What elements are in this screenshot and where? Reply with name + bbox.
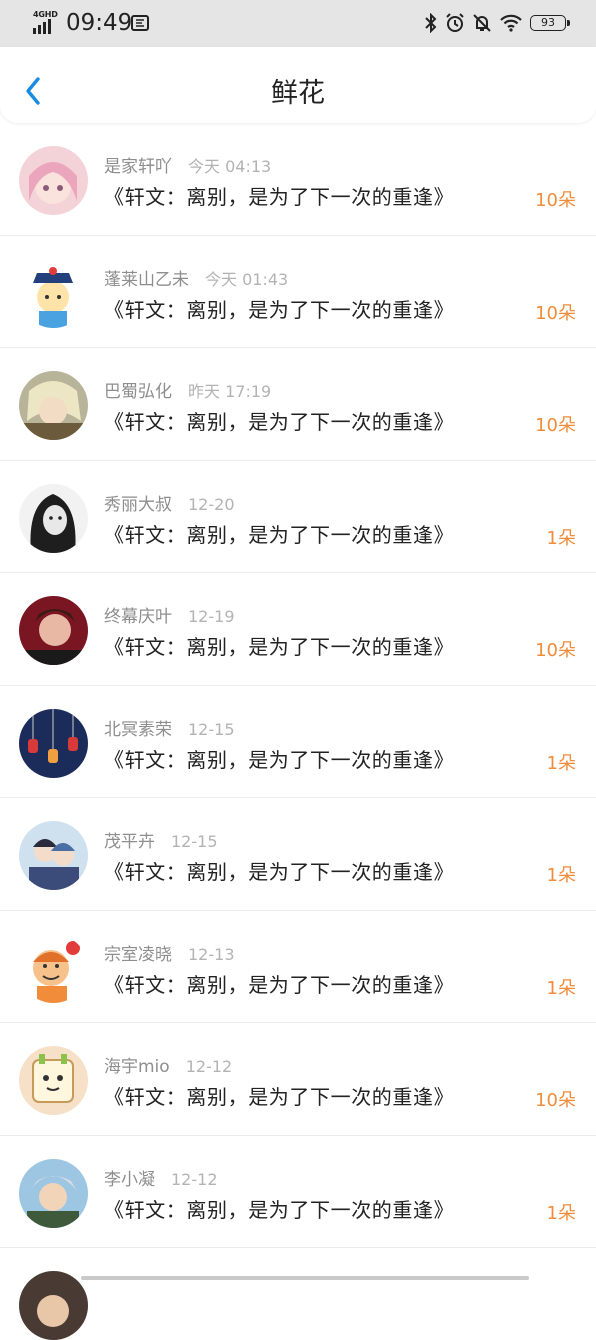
sent-time: 12-13	[188, 944, 235, 964]
sender-name[interactable]: 茂平卉	[104, 832, 155, 852]
sent-time: 12-19	[188, 607, 235, 626]
avatar[interactable]	[19, 483, 88, 553]
sent-time: 今天 01:43	[205, 269, 289, 289]
list-item[interactable]: 蓬莱山乙未 今天 01:43 《轩文：离别，是为了下一次的重逢》 10朵	[0, 236, 596, 348]
avatar-image	[19, 821, 88, 890]
avatar-image	[19, 1158, 88, 1228]
flower-count: 10朵	[535, 640, 576, 661]
avatar-image	[19, 1271, 88, 1340]
avatar-image	[19, 146, 88, 215]
status-bar: 4GHD 09:49 93	[0, 0, 596, 47]
bluetooth-icon	[425, 13, 437, 33]
article-title[interactable]: 《轩文：离别，是为了下一次的重逢》	[104, 856, 454, 885]
article-title[interactable]: 《轩文：离别，是为了下一次的重逢》	[104, 1194, 454, 1223]
sender-name-line: 李小凝 12-12	[104, 1165, 218, 1190]
avatar[interactable]	[19, 146, 88, 215]
sender-name-line: 秀丽大叔 12-20	[104, 490, 235, 515]
article-title[interactable]: 《轩文：离别，是为了下一次的重逢》	[104, 294, 454, 323]
flower-count: 10朵	[535, 302, 576, 324]
flower-count: 1朵	[546, 752, 576, 774]
sender-name-line: 终幕庆叶 12-19	[104, 602, 235, 627]
avatar-image	[19, 596, 88, 665]
avatar[interactable]	[19, 821, 88, 890]
article-title[interactable]: 《轩文：离别，是为了下一次的重逢》	[104, 181, 454, 210]
sender-name[interactable]: 是家轩吖	[104, 157, 172, 177]
list-item[interactable]: 终幕庆叶 12-19 《轩文：离别，是为了下一次的重逢》 10朵	[0, 573, 596, 686]
avatar-image	[19, 258, 88, 328]
page-title: 鲜花	[271, 78, 325, 109]
avatar[interactable]	[19, 596, 88, 665]
avatar[interactable]	[19, 708, 88, 778]
sender-name[interactable]: 宗室凌晓	[104, 945, 172, 965]
sent-time: 昨天 17:19	[188, 382, 272, 401]
flower-count: 10朵	[535, 190, 576, 211]
list-item[interactable]: 巴蜀弘化 昨天 17:19 《轩文：离别，是为了下一次的重逢》 10朵	[0, 348, 596, 461]
sender-name[interactable]: 蓬莱山乙未	[104, 270, 189, 290]
avatar-image	[19, 708, 88, 778]
list-item[interactable]: 李小凝 12-12 《轩文：离别，是为了下一次的重逢》 1朵	[0, 1136, 596, 1248]
flower-count: 1朵	[546, 527, 576, 549]
avatar-image	[19, 371, 88, 440]
list-item[interactable]: 茂平卉 12-15 《轩文：离别，是为了下一次的重逢》 1朵	[0, 798, 596, 911]
sender-name[interactable]: 巴蜀弘化	[104, 382, 172, 402]
list-item[interactable]: 北冥素荣 12-15 《轩文：离别，是为了下一次的重逢》 1朵	[0, 686, 596, 798]
flower-count: 1朵	[546, 977, 576, 999]
avatar[interactable]	[19, 1046, 88, 1115]
status-icons: 93	[424, 12, 570, 34]
sent-time: 12-12	[171, 1169, 218, 1189]
article-title[interactable]: 《轩文：离别，是为了下一次的重逢》	[104, 744, 454, 773]
sender-name-line: 巴蜀弘化 昨天 17:19	[104, 377, 271, 402]
avatar[interactable]	[19, 258, 88, 328]
sent-time: 12-15	[188, 719, 235, 739]
sender-name[interactable]: 终幕庆叶	[104, 607, 172, 627]
sender-name-line: 是家轩吖 今天 04:13	[104, 152, 271, 177]
avatar-image	[19, 483, 88, 553]
notification-app-icon	[131, 15, 149, 31]
flower-count: 10朵	[535, 415, 576, 436]
article-title[interactable]: 《轩文：离别，是为了下一次的重逢》	[104, 406, 454, 435]
sender-name-line: 宗室凌晓 12-13	[104, 940, 235, 965]
nav-bar: 鲜花	[0, 47, 596, 123]
sender-name-line: 海宇mio 12-12	[104, 1052, 232, 1077]
avatar[interactable]	[19, 1158, 88, 1228]
mute-bell-icon	[473, 14, 491, 32]
avatar-image	[19, 1046, 88, 1115]
list-item[interactable]: 宗室凌晓 12-13 《轩文：离别，是为了下一次的重逢》 1朵	[0, 911, 596, 1023]
avatar[interactable]	[19, 933, 88, 1003]
sender-name[interactable]: 秀丽大叔	[104, 495, 172, 515]
sender-name-line: 茂平卉 12-15	[104, 827, 218, 852]
sent-time: 12-20	[188, 494, 235, 514]
scroll-indicator[interactable]	[81, 1276, 529, 1280]
sender-name[interactable]: 北冥素荣	[104, 720, 172, 740]
flower-count: 1朵	[546, 865, 576, 886]
sender-name-line: 北冥素荣 12-15	[104, 715, 235, 740]
flower-count: 1朵	[546, 1202, 576, 1224]
sender-name[interactable]: 李小凝	[104, 1170, 155, 1190]
article-title[interactable]: 《轩文：离别，是为了下一次的重逢》	[104, 1081, 454, 1110]
article-title[interactable]: 《轩文：离别，是为了下一次的重逢》	[104, 969, 454, 998]
sender-name[interactable]: 海宇mio	[104, 1057, 170, 1077]
flower-count: 10朵	[535, 1090, 576, 1111]
article-title[interactable]: 《轩文：离别，是为了下一次的重逢》	[104, 519, 454, 548]
article-title[interactable]: 《轩文：离别，是为了下一次的重逢》	[104, 631, 454, 660]
battery-level: 93	[541, 16, 555, 29]
wifi-icon	[500, 14, 522, 32]
list-item[interactable]: 秀丽大叔 12-20 《轩文：离别，是为了下一次的重逢》 1朵	[0, 461, 596, 573]
list-item[interactable]: 是家轩吖 今天 04:13 《轩文：离别，是为了下一次的重逢》 10朵	[0, 123, 596, 236]
clock: 09:49	[66, 10, 133, 36]
avatar-image	[19, 933, 88, 1003]
sender-name-line: 蓬莱山乙未 今天 01:43	[104, 265, 288, 290]
sent-time: 今天 04:13	[188, 157, 272, 176]
signal-icon	[33, 19, 51, 34]
avatar[interactable]	[19, 371, 88, 440]
avatar[interactable]	[19, 1271, 88, 1340]
sent-time: 12-15	[171, 832, 218, 851]
alarm-icon	[446, 13, 464, 32]
sent-time: 12-12	[185, 1057, 233, 1076]
list-item[interactable]: 海宇mio 12-12 《轩文：离别，是为了下一次的重逢》 10朵	[0, 1023, 596, 1136]
battery-icon: 93	[530, 15, 570, 31]
flower-list: 是家轩吖 今天 04:13 《轩文：离别，是为了下一次的重逢》 10朵 蓬莱山乙未 今天 …	[0, 123, 596, 1340]
